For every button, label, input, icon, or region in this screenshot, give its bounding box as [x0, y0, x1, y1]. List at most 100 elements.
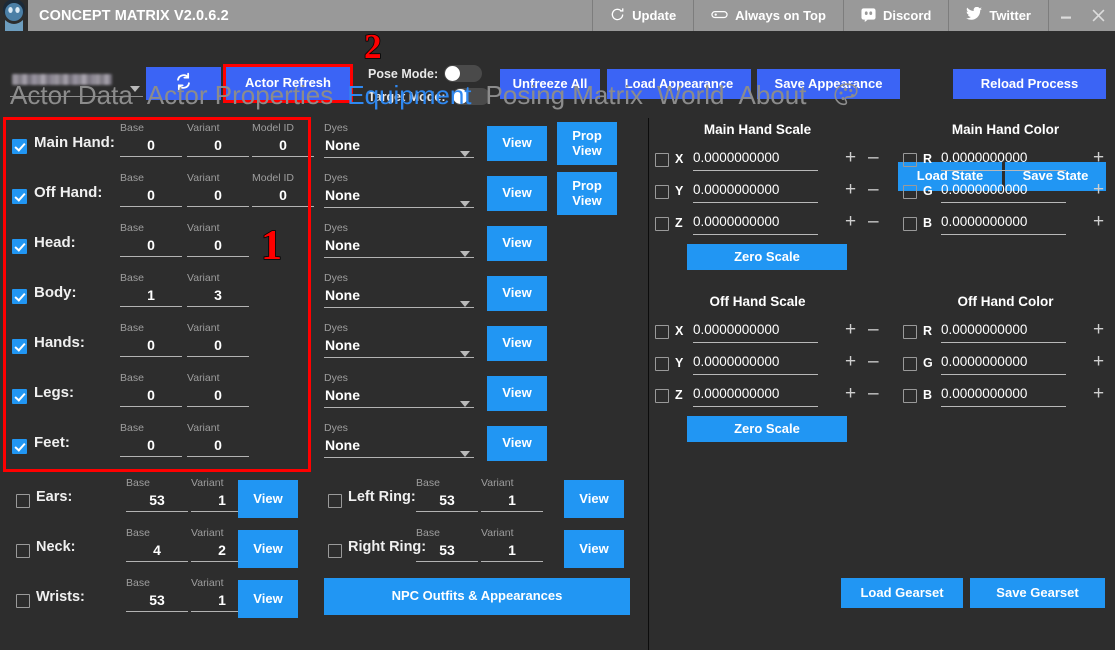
menu-item-discord[interactable]: Discord — [842, 0, 948, 31]
equipment-variant-head[interactable]: Variant 0 — [187, 222, 249, 257]
view-button-body[interactable]: View — [487, 276, 547, 311]
dye-dropdown-legs[interactable]: Dyes None — [324, 372, 474, 408]
view-button-feet[interactable]: View — [487, 426, 547, 461]
decrement-button-main-hand-scale-x[interactable]: – — [868, 148, 879, 167]
dye-dropdown-off-hand[interactable]: Dyes None — [324, 172, 474, 208]
equipment-base-off-hand[interactable]: Base 0 — [120, 172, 182, 207]
palette-icon[interactable] — [832, 81, 862, 111]
increment-button-main-hand-scale-x[interactable]: + — [845, 148, 856, 167]
equipment-checkbox-head[interactable] — [12, 239, 27, 254]
equipment-base-legs[interactable]: Base 0 — [120, 372, 182, 407]
tab-actor-properties[interactable]: Actor Properties — [147, 80, 333, 111]
equipment-checkbox-body[interactable] — [12, 289, 27, 304]
zero-scale-button-off-hand-scale[interactable]: Zero Scale — [687, 416, 847, 442]
close-icon[interactable] — [1082, 0, 1115, 31]
accessory-checkbox-left-ring[interactable] — [328, 494, 342, 508]
decrement-button-off-hand-scale-z[interactable]: – — [868, 384, 879, 403]
dye-dropdown-main-hand[interactable]: Dyes None — [324, 122, 474, 158]
accessory-view-button-left-ring[interactable]: View — [564, 480, 624, 518]
menu-item-update[interactable]: Update — [592, 0, 693, 31]
accessory-base-right-ring[interactable]: Base 53 — [416, 527, 478, 562]
load-gearset-button[interactable]: Load Gearset — [841, 578, 963, 608]
increment-button-main-hand-color-r[interactable]: + — [1093, 148, 1104, 167]
tab-about[interactable]: About — [738, 80, 806, 111]
numeric-checkbox-off-hand-color-g[interactable] — [903, 357, 917, 371]
tab-posing-matrix[interactable]: Posing Matrix — [486, 80, 644, 111]
save-gearset-button[interactable]: Save Gearset — [970, 578, 1105, 608]
equipment-variant-body[interactable]: Variant 3 — [187, 272, 249, 307]
equipment-checkbox-main-hand[interactable] — [12, 139, 27, 154]
equipment-base-feet[interactable]: Base 0 — [120, 422, 182, 457]
numeric-value-off-hand-scale-y[interactable]: 0.0000000000 — [693, 350, 818, 375]
equipment-checkbox-hands[interactable] — [12, 339, 27, 354]
view-button-main-hand[interactable]: View — [487, 126, 547, 161]
numeric-checkbox-main-hand-color-g[interactable] — [903, 185, 917, 199]
prop-view-button-off-hand[interactable]: Prop View — [557, 172, 617, 215]
numeric-checkbox-main-hand-color-b[interactable] — [903, 217, 917, 231]
accessory-view-button-neck[interactable]: View — [238, 530, 298, 568]
accessory-checkbox-ears[interactable] — [16, 494, 30, 508]
accessory-base-left-ring[interactable]: Base 53 — [416, 477, 478, 512]
numeric-checkbox-off-hand-color-b[interactable] — [903, 389, 917, 403]
tab-world[interactable]: World — [657, 80, 724, 111]
increment-button-main-hand-scale-z[interactable]: + — [845, 212, 856, 231]
npc-outfits-button[interactable]: NPC Outfits & Appearances — [324, 578, 630, 615]
increment-button-main-hand-color-g[interactable]: + — [1093, 180, 1104, 199]
numeric-value-main-hand-scale-y[interactable]: 0.0000000000 — [693, 178, 818, 203]
tab-equipment[interactable]: Equipment — [347, 80, 471, 111]
numeric-value-main-hand-scale-x[interactable]: 0.0000000000 — [693, 146, 818, 171]
numeric-value-main-hand-color-r[interactable]: 0.0000000000 — [941, 146, 1066, 171]
increment-button-main-hand-scale-y[interactable]: + — [845, 180, 856, 199]
numeric-value-off-hand-scale-x[interactable]: 0.0000000000 — [693, 318, 818, 343]
equipment-base-head[interactable]: Base 0 — [120, 222, 182, 257]
numeric-checkbox-main-hand-color-r[interactable] — [903, 153, 917, 167]
numeric-value-off-hand-scale-z[interactable]: 0.0000000000 — [693, 382, 818, 407]
equipment-variant-legs[interactable]: Variant 0 — [187, 372, 249, 407]
dye-dropdown-feet[interactable]: Dyes None — [324, 422, 474, 458]
decrement-button-main-hand-scale-z[interactable]: – — [868, 212, 879, 231]
equipment-base-main-hand[interactable]: Base 0 — [120, 122, 182, 157]
accessory-base-ears[interactable]: Base 53 — [126, 477, 188, 512]
accessory-view-button-ears[interactable]: View — [238, 480, 298, 518]
accessory-variant-left-ring[interactable]: Variant 1 — [481, 477, 543, 512]
numeric-value-off-hand-color-g[interactable]: 0.0000000000 — [941, 350, 1066, 375]
dye-dropdown-body[interactable]: Dyes None — [324, 272, 474, 308]
accessory-checkbox-wrists[interactable] — [16, 594, 30, 608]
accessory-base-neck[interactable]: Base 4 — [126, 527, 188, 562]
accessory-checkbox-right-ring[interactable] — [328, 544, 342, 558]
accessory-checkbox-neck[interactable] — [16, 544, 30, 558]
numeric-value-off-hand-color-b[interactable]: 0.0000000000 — [941, 382, 1066, 407]
increment-button-main-hand-color-b[interactable]: + — [1093, 212, 1104, 231]
equipment-variant-hands[interactable]: Variant 0 — [187, 322, 249, 357]
dye-dropdown-hands[interactable]: Dyes None — [324, 322, 474, 358]
equipment-checkbox-feet[interactable] — [12, 439, 27, 454]
increment-button-off-hand-color-b[interactable]: + — [1093, 384, 1104, 403]
equipment-variant-main-hand[interactable]: Variant 0 — [187, 122, 249, 157]
dye-dropdown-head[interactable]: Dyes None — [324, 222, 474, 258]
numeric-checkbox-off-hand-scale-x[interactable] — [655, 325, 669, 339]
increment-button-off-hand-scale-x[interactable]: + — [845, 320, 856, 339]
equipment-base-body[interactable]: Base 1 — [120, 272, 182, 307]
equipment-checkbox-off-hand[interactable] — [12, 189, 27, 204]
numeric-checkbox-off-hand-scale-z[interactable] — [655, 389, 669, 403]
menu-item-twitter[interactable]: Twitter — [948, 0, 1048, 31]
decrement-button-main-hand-scale-y[interactable]: – — [868, 180, 879, 199]
increment-button-off-hand-scale-z[interactable]: + — [845, 384, 856, 403]
numeric-checkbox-off-hand-scale-y[interactable] — [655, 357, 669, 371]
view-button-off-hand[interactable]: View — [487, 176, 547, 211]
increment-button-off-hand-scale-y[interactable]: + — [845, 352, 856, 371]
accessory-base-wrists[interactable]: Base 53 — [126, 577, 188, 612]
numeric-checkbox-main-hand-scale-y[interactable] — [655, 185, 669, 199]
accessory-view-button-right-ring[interactable]: View — [564, 530, 624, 568]
numeric-value-main-hand-scale-z[interactable]: 0.0000000000 — [693, 210, 818, 235]
tab-actor-data[interactable]: Actor Data — [10, 80, 133, 111]
decrement-button-off-hand-scale-x[interactable]: – — [868, 320, 879, 339]
equipment-modelid-off-hand[interactable]: Model ID 0 — [252, 172, 314, 207]
equipment-variant-feet[interactable]: Variant 0 — [187, 422, 249, 457]
view-button-hands[interactable]: View — [487, 326, 547, 361]
view-button-head[interactable]: View — [487, 226, 547, 261]
prop-view-button-main-hand[interactable]: Prop View — [557, 122, 617, 165]
view-button-legs[interactable]: View — [487, 376, 547, 411]
zero-scale-button-main-hand-scale[interactable]: Zero Scale — [687, 244, 847, 270]
minimize-button[interactable] — [1049, 0, 1082, 31]
